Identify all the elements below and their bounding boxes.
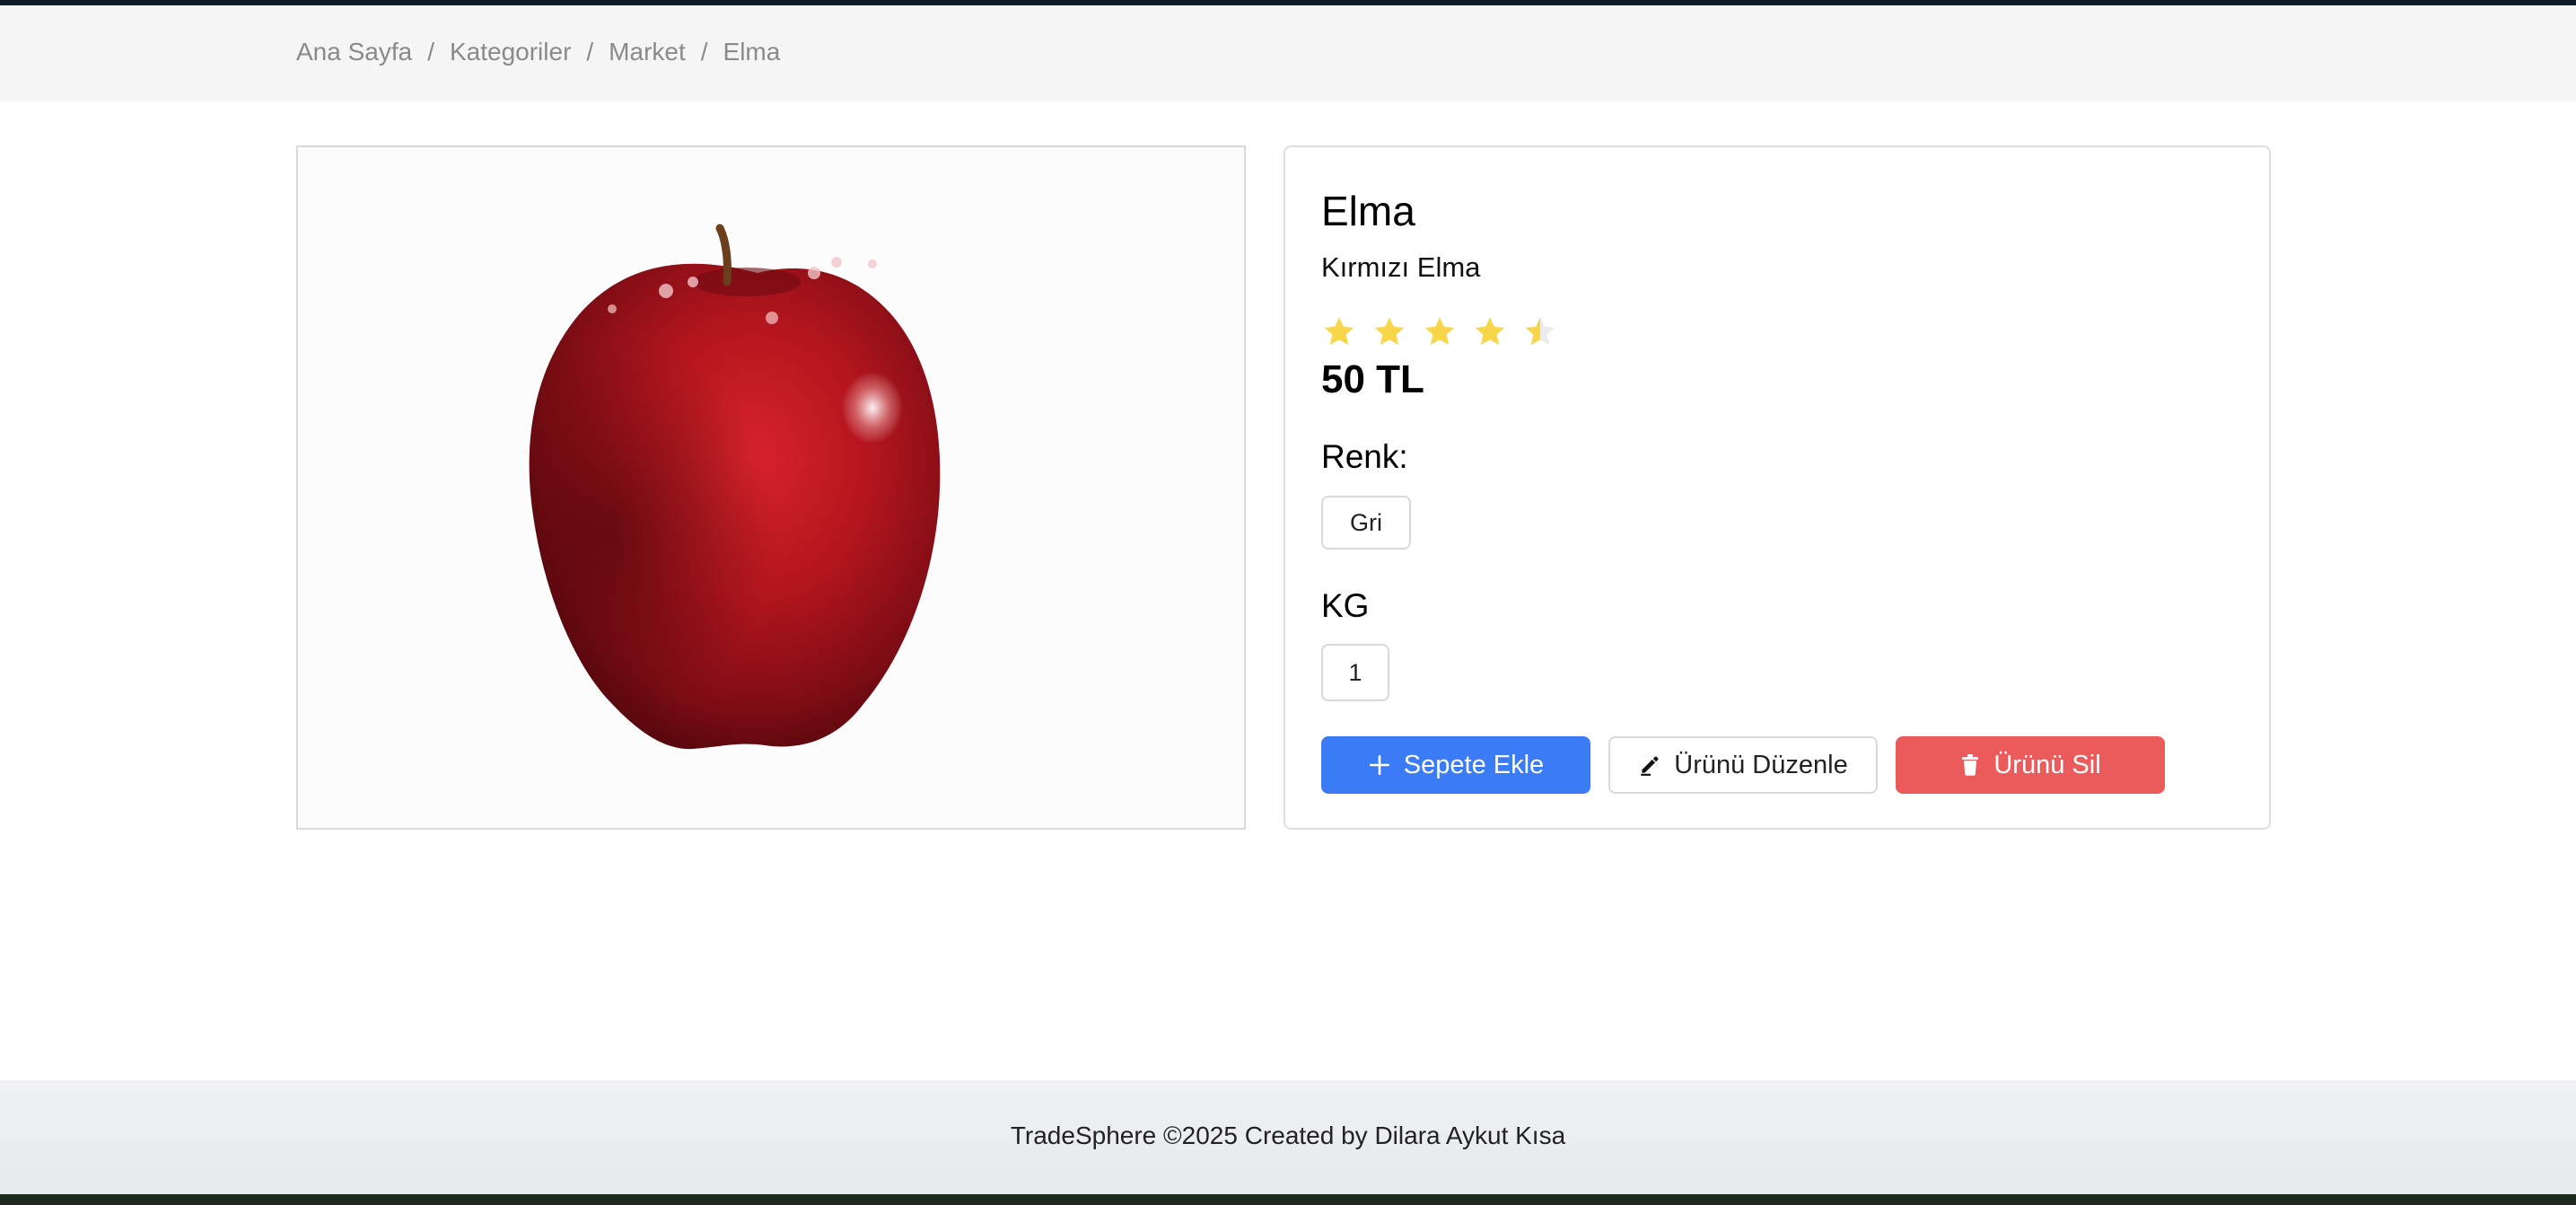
breadcrumb-categories[interactable]: Kategoriler bbox=[450, 38, 571, 66]
star-half-icon[interactable] bbox=[1522, 314, 1558, 350]
quantity-input[interactable]: 1 bbox=[1321, 644, 1389, 701]
trash-icon bbox=[1959, 753, 1981, 777]
delete-product-button[interactable]: Ürünü Sil bbox=[1896, 736, 2165, 794]
product-price: 50 TL bbox=[1321, 357, 1424, 401]
add-to-cart-button[interactable]: Sepete Ekle bbox=[1321, 736, 1590, 794]
edit-icon bbox=[1638, 753, 1661, 777]
product-image bbox=[529, 224, 941, 750]
star-icon[interactable] bbox=[1371, 314, 1407, 350]
star-icon[interactable] bbox=[1321, 314, 1357, 350]
breadcrumb-separator: / bbox=[586, 38, 594, 66]
rating-stars[interactable] bbox=[1321, 314, 1558, 350]
star-icon[interactable] bbox=[1422, 314, 1458, 350]
breadcrumb-current: Elma bbox=[723, 38, 781, 66]
footer: TradeSphere ©2025 Created by Dilara Ayku… bbox=[0, 1080, 2576, 1194]
color-label: Renk: bbox=[1321, 438, 1408, 475]
product-image-card bbox=[296, 145, 1246, 830]
footer-text: TradeSphere ©2025 Created by Dilara Ayku… bbox=[1010, 1121, 1566, 1149]
plus-icon bbox=[1368, 753, 1391, 777]
delete-product-label: Ürünü Sil bbox=[1993, 750, 2101, 779]
add-to-cart-label: Sepete Ekle bbox=[1403, 750, 1545, 779]
product-info-card: Elma Kırmızı Elma 50 TL Renk: Gri KG 1 S… bbox=[1284, 145, 2271, 830]
star-icon[interactable] bbox=[1472, 314, 1508, 350]
breadcrumb-bar: Ana Sayfa / Kategoriler / Market / Elma bbox=[0, 5, 2576, 101]
breadcrumb-market[interactable]: Market bbox=[609, 38, 686, 66]
product-subtitle: Kırmızı Elma bbox=[1321, 251, 1481, 283]
breadcrumb: Ana Sayfa / Kategoriler / Market / Elma bbox=[296, 38, 780, 66]
product-title: Elma bbox=[1321, 188, 1415, 234]
breadcrumb-home[interactable]: Ana Sayfa bbox=[296, 38, 412, 66]
quantity-label: KG bbox=[1321, 587, 1370, 624]
edit-product-label: Ürünü Düzenle bbox=[1674, 750, 1848, 779]
breadcrumb-separator: / bbox=[427, 38, 434, 66]
edit-product-button[interactable]: Ürünü Düzenle bbox=[1608, 736, 1878, 794]
color-option-button[interactable]: Gri bbox=[1321, 496, 1411, 550]
breadcrumb-separator: / bbox=[700, 38, 708, 66]
window-bottom-strip bbox=[0, 1194, 2576, 1205]
